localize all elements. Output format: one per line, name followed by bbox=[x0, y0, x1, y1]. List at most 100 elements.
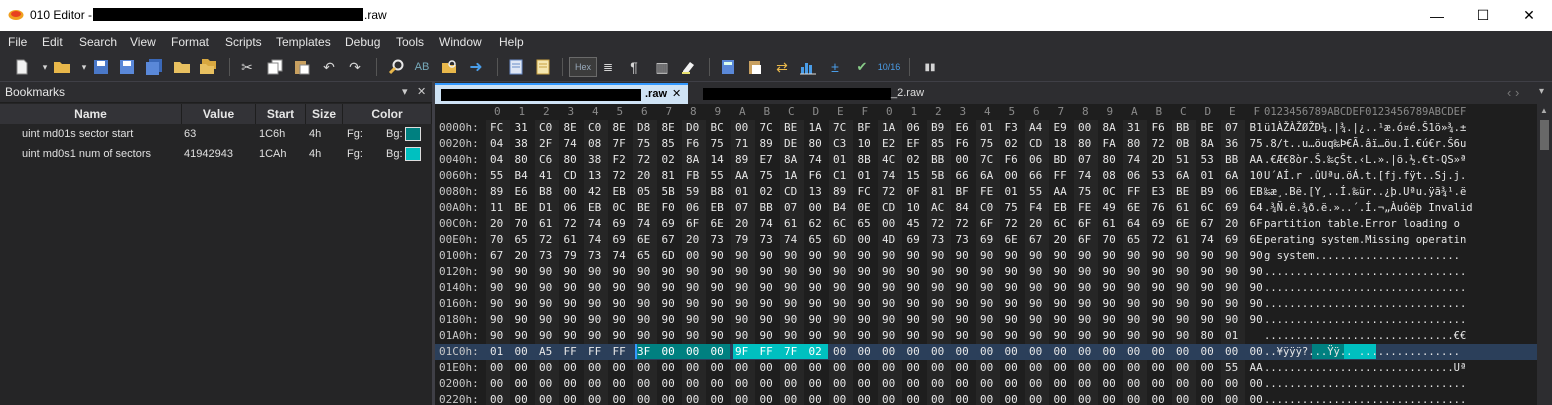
hex-byte[interactable]: 90 bbox=[637, 280, 650, 296]
hex-byte[interactable]: FF bbox=[1127, 184, 1140, 200]
hex-byte[interactable]: 00 bbox=[711, 360, 724, 376]
hex-byte[interactable]: 90 bbox=[711, 328, 724, 344]
col-header-color[interactable]: Color bbox=[343, 104, 432, 124]
hex-byte[interactable]: 6D bbox=[662, 248, 675, 264]
hex-byte[interactable]: 90 bbox=[588, 328, 601, 344]
hex-byte[interactable]: 90 bbox=[1029, 312, 1042, 328]
hex-byte[interactable]: 00 bbox=[1152, 360, 1165, 376]
hex-byte[interactable]: 36 bbox=[1225, 136, 1238, 152]
hex-byte[interactable]: E3 bbox=[1152, 184, 1165, 200]
hex-byte[interactable]: 45 bbox=[907, 216, 920, 232]
hex-byte[interactable]: 00 bbox=[539, 376, 552, 392]
hex-byte[interactable]: 72 bbox=[637, 152, 650, 168]
hex-byte[interactable]: 90 bbox=[1176, 328, 1189, 344]
hex-byte[interactable]: 90 bbox=[539, 312, 552, 328]
menu-file[interactable]: File bbox=[8, 35, 27, 49]
hex-byte[interactable]: 00 bbox=[1029, 392, 1042, 405]
hex-byte[interactable]: 72 bbox=[1152, 136, 1165, 152]
hex-byte[interactable]: 02 bbox=[1005, 136, 1018, 152]
hex-byte[interactable]: 00 bbox=[1029, 376, 1042, 392]
hex-byte[interactable]: 90 bbox=[882, 248, 895, 264]
hex-byte[interactable]: FB bbox=[686, 168, 699, 184]
hex-byte[interactable]: FF bbox=[564, 344, 577, 360]
hex-byte[interactable]: 8E bbox=[613, 120, 626, 136]
menu-window[interactable]: Window bbox=[439, 35, 482, 49]
hex-byte[interactable]: 69 bbox=[907, 232, 920, 248]
hex-byte[interactable]: 00 bbox=[1250, 392, 1263, 405]
hex-byte[interactable]: 90 bbox=[588, 312, 601, 328]
hex-byte[interactable]: 2D bbox=[1152, 152, 1165, 168]
hex-byte[interactable]: 90 bbox=[564, 296, 577, 312]
ascii-text[interactable]: ................................ bbox=[1264, 376, 1521, 392]
hex-byte[interactable]: F0 bbox=[662, 200, 675, 216]
menu-scripts[interactable]: Scripts bbox=[225, 35, 262, 49]
hex-byte[interactable]: C6 bbox=[539, 152, 552, 168]
hex-byte[interactable]: 90 bbox=[686, 328, 699, 344]
hex-byte[interactable]: 38 bbox=[588, 152, 601, 168]
hex-byte[interactable]: 02 bbox=[760, 184, 773, 200]
ascii-text[interactable]: ................................ bbox=[1264, 264, 1521, 280]
hex-byte[interactable]: 67 bbox=[1029, 232, 1042, 248]
hex-byte[interactable]: 90 bbox=[760, 312, 773, 328]
close-window-button[interactable]: ✕ bbox=[1506, 0, 1552, 31]
hex-byte[interactable]: 90 bbox=[1054, 312, 1067, 328]
hex-byte[interactable]: F6 bbox=[686, 136, 699, 152]
hex-byte[interactable]: 89 bbox=[760, 136, 773, 152]
hex-byte[interactable]: 00 bbox=[980, 360, 993, 376]
hex-byte[interactable]: 07 bbox=[1225, 120, 1238, 136]
hex-byte[interactable]: 01 bbox=[833, 152, 846, 168]
ascii-text[interactable]: g system....................... bbox=[1264, 248, 1521, 264]
hex-byte[interactable]: 00 bbox=[735, 392, 748, 405]
hex-byte[interactable]: 55 bbox=[490, 168, 503, 184]
hex-byte[interactable]: 73 bbox=[711, 232, 724, 248]
calculator-icon[interactable] bbox=[718, 57, 738, 77]
hex-byte[interactable]: 90 bbox=[1201, 264, 1214, 280]
hex-byte[interactable]: 00 bbox=[956, 392, 969, 405]
hex-byte[interactable]: 61 bbox=[539, 216, 552, 232]
hex-byte[interactable]: 65 bbox=[637, 248, 650, 264]
hex-byte[interactable]: B4 bbox=[833, 200, 846, 216]
hex-byte[interactable]: BF bbox=[858, 120, 871, 136]
tab-list-dropdown-icon[interactable]: ▾ bbox=[1539, 86, 1544, 97]
menu-view[interactable]: View bbox=[130, 35, 156, 49]
hex-byte[interactable]: 61 bbox=[1176, 200, 1189, 216]
plus-minus-icon[interactable]: ± bbox=[825, 57, 845, 77]
hex-byte[interactable]: 90 bbox=[588, 264, 601, 280]
hex-byte[interactable]: 90 bbox=[1176, 312, 1189, 328]
hex-byte[interactable]: 75 bbox=[637, 136, 650, 152]
hex-byte[interactable]: DE bbox=[784, 136, 797, 152]
hex-byte[interactable]: 74 bbox=[809, 152, 822, 168]
hex-byte[interactable]: 8E bbox=[564, 120, 577, 136]
hex-byte[interactable]: 90 bbox=[784, 328, 797, 344]
hex-byte[interactable]: 72 bbox=[1152, 232, 1165, 248]
hex-byte[interactable]: F3 bbox=[1005, 120, 1018, 136]
hex-byte[interactable]: 00 bbox=[882, 392, 895, 405]
bookmark-row[interactable]: uint md0s1 num of sectors 41942943 1CAh … bbox=[0, 145, 432, 165]
hex-byte[interactable]: AC bbox=[931, 200, 944, 216]
hex-byte[interactable]: 00 bbox=[1176, 360, 1189, 376]
hex-byte[interactable]: 69 bbox=[613, 232, 626, 248]
hex-byte[interactable]: EB bbox=[588, 200, 601, 216]
paste-icon[interactable] bbox=[292, 57, 312, 77]
hex-byte[interactable]: EB bbox=[711, 200, 724, 216]
hex-byte[interactable]: 90 bbox=[564, 312, 577, 328]
hex-byte[interactable]: 90 bbox=[1029, 280, 1042, 296]
hex-byte[interactable]: 4D bbox=[882, 232, 895, 248]
hex-byte[interactable]: 89 bbox=[735, 152, 748, 168]
hex-byte[interactable]: 74 bbox=[613, 248, 626, 264]
hex-byte[interactable]: 69 bbox=[1225, 232, 1238, 248]
hex-byte[interactable]: 70 bbox=[1103, 232, 1116, 248]
hex-byte[interactable]: 90 bbox=[1103, 248, 1116, 264]
hex-byte[interactable]: 90 bbox=[613, 296, 626, 312]
hex-byte[interactable]: 90 bbox=[1103, 328, 1116, 344]
hex-byte[interactable]: 00 bbox=[1225, 344, 1238, 360]
hex-byte[interactable]: 74 bbox=[760, 216, 773, 232]
hex-byte[interactable]: 6E bbox=[1250, 232, 1263, 248]
ascii-text[interactable]: ................................ bbox=[1264, 296, 1521, 312]
hex-byte[interactable]: BC bbox=[711, 120, 724, 136]
hex-byte[interactable]: 74 bbox=[784, 232, 797, 248]
hex-byte[interactable]: 90 bbox=[833, 280, 846, 296]
hex-byte[interactable]: 20 bbox=[1054, 232, 1067, 248]
hex-byte[interactable]: 90 bbox=[1078, 312, 1091, 328]
hex-byte[interactable]: 5B bbox=[931, 168, 944, 184]
